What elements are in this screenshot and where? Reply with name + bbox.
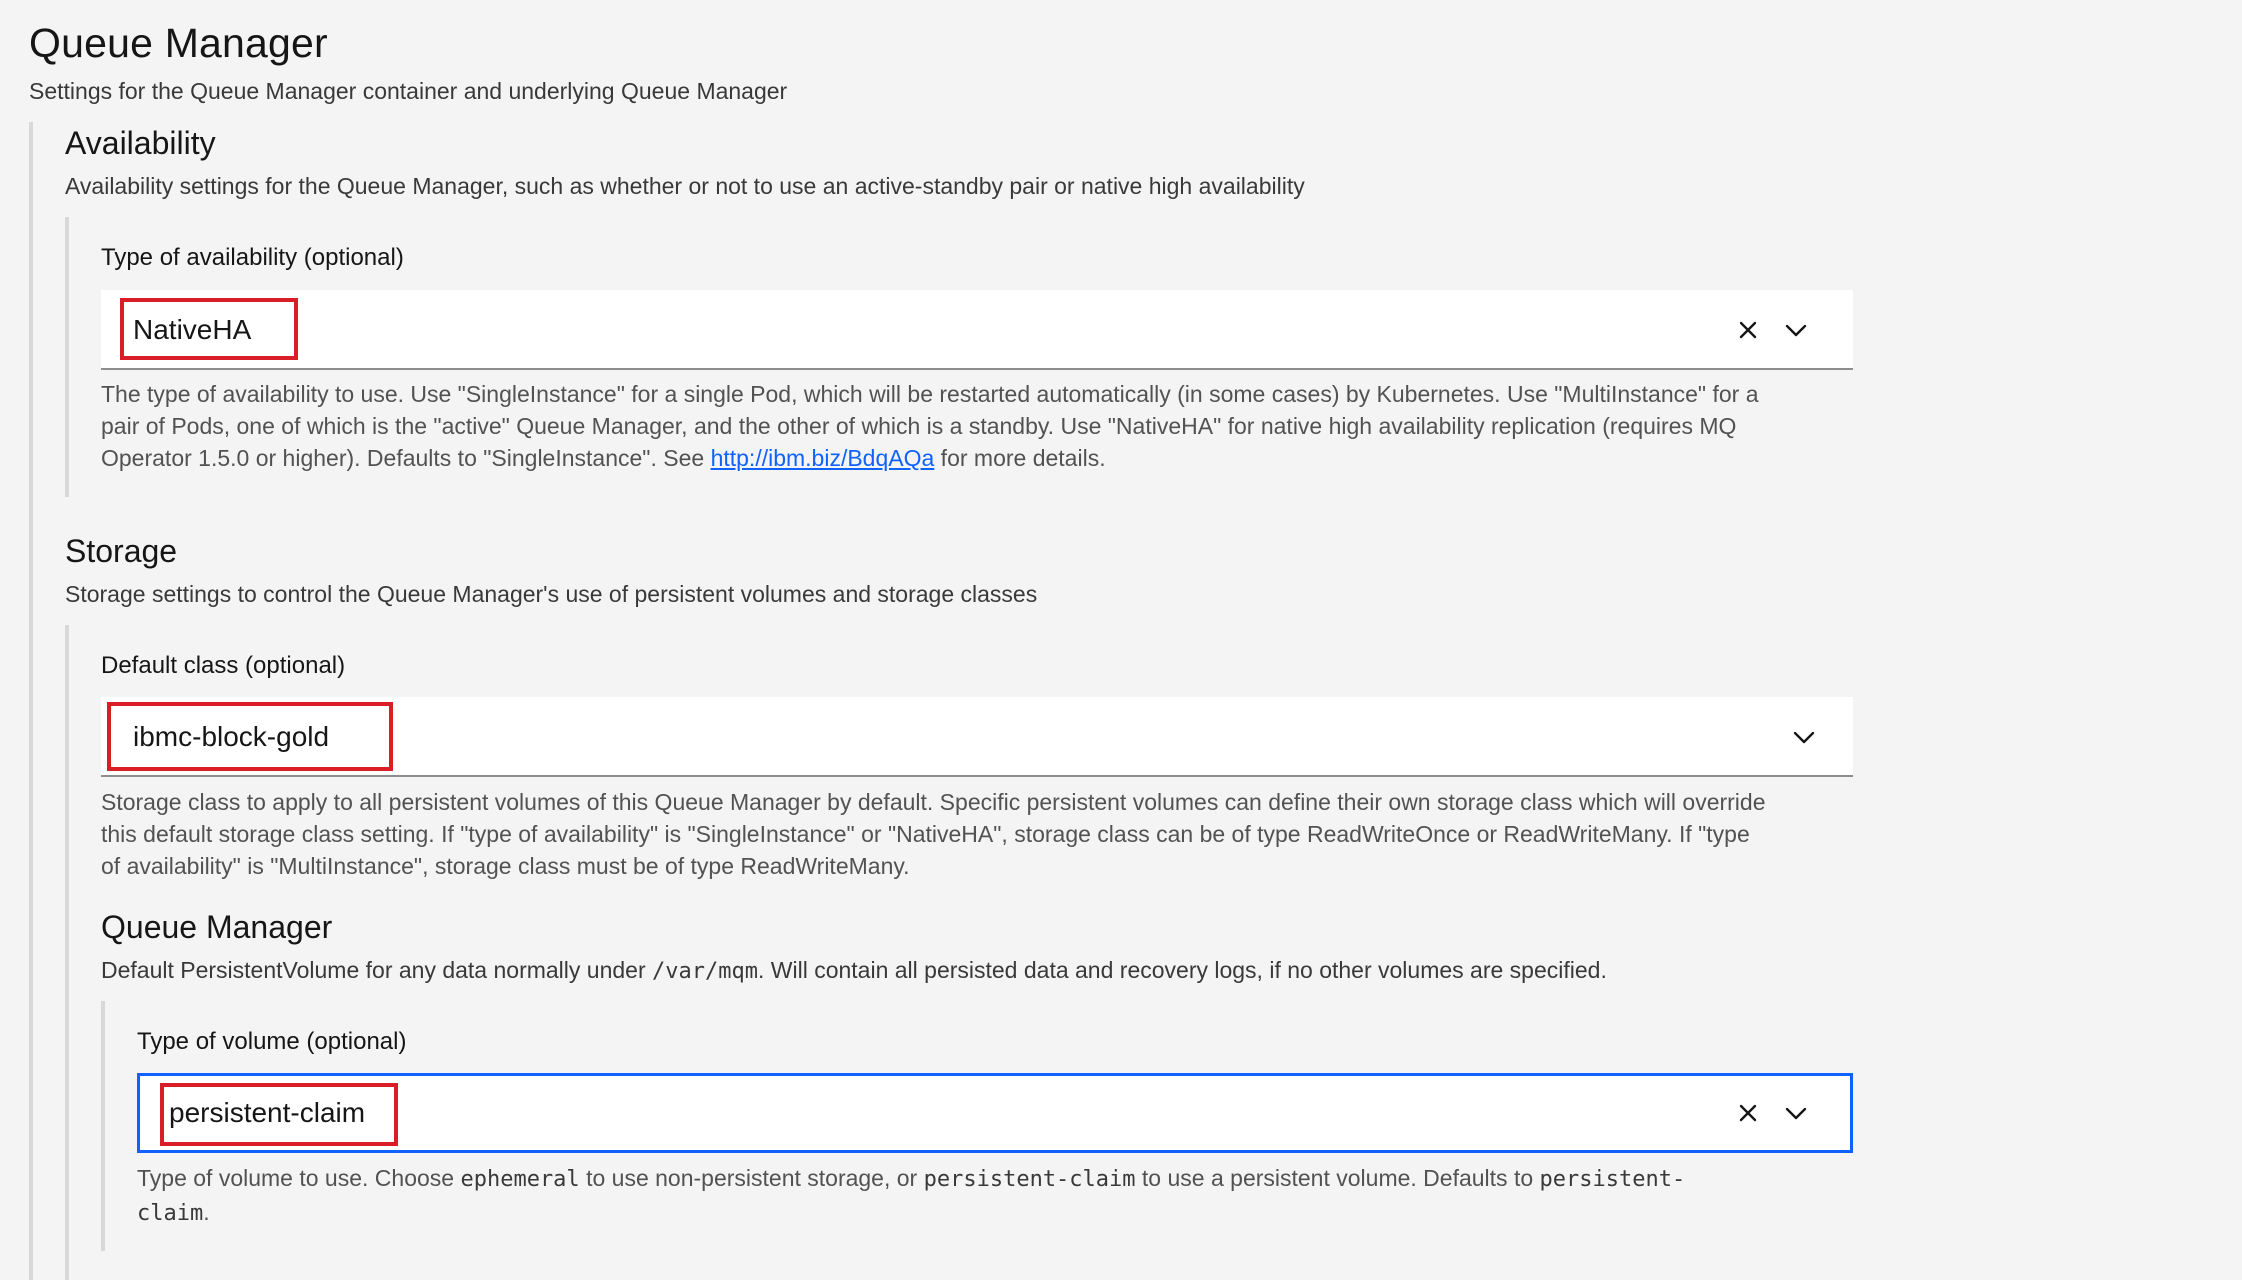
page-subtitle: Settings for the Queue Manager container…: [29, 78, 788, 104]
chevron-down-icon[interactable]: [1789, 722, 1819, 752]
help-link[interactable]: http://ibm.biz/BdqAQa: [711, 445, 935, 471]
availability-indent-bar: [65, 217, 69, 497]
storage-heading: Storage: [65, 533, 178, 569]
highlight-box: [120, 298, 298, 360]
availability-heading: Availability: [65, 125, 216, 161]
storage-help-text: Storage class to apply to all persistent…: [101, 789, 1766, 879]
close-icon[interactable]: [1733, 315, 1763, 345]
storage-indent-bar: [65, 625, 69, 1280]
availability-type-label: Type of availability (optional): [101, 244, 404, 271]
highlight-box: [107, 702, 393, 771]
highlight-box: [160, 1083, 398, 1146]
availability-description: Availability settings for the Queue Mana…: [65, 173, 1305, 199]
storage-class-label: Default class (optional): [101, 652, 346, 679]
storage-description: Storage settings to control the Queue Ma…: [65, 581, 1038, 607]
close-icon[interactable]: [1733, 1098, 1763, 1128]
availability-help-text: The type of availability to use. Use "Si…: [101, 381, 1759, 471]
chevron-down-icon[interactable]: [1781, 1098, 1811, 1128]
volume-type-help-text: Type of volume to use. Choose ephemeral …: [137, 1165, 1686, 1226]
queue-manager-heading: Queue Manager: [101, 909, 333, 945]
chevron-down-icon[interactable]: [1781, 315, 1811, 345]
section-indent-bar: [29, 122, 33, 1280]
queue-manager-description: Default PersistentVolume for any data no…: [101, 957, 1607, 984]
page-title: Queue Manager: [29, 20, 328, 66]
availability-type-combobox[interactable]: NativeHA: [101, 290, 1853, 370]
volume-type-label: Type of volume (optional): [137, 1028, 407, 1055]
queue-manager-indent-bar: [101, 1001, 105, 1251]
